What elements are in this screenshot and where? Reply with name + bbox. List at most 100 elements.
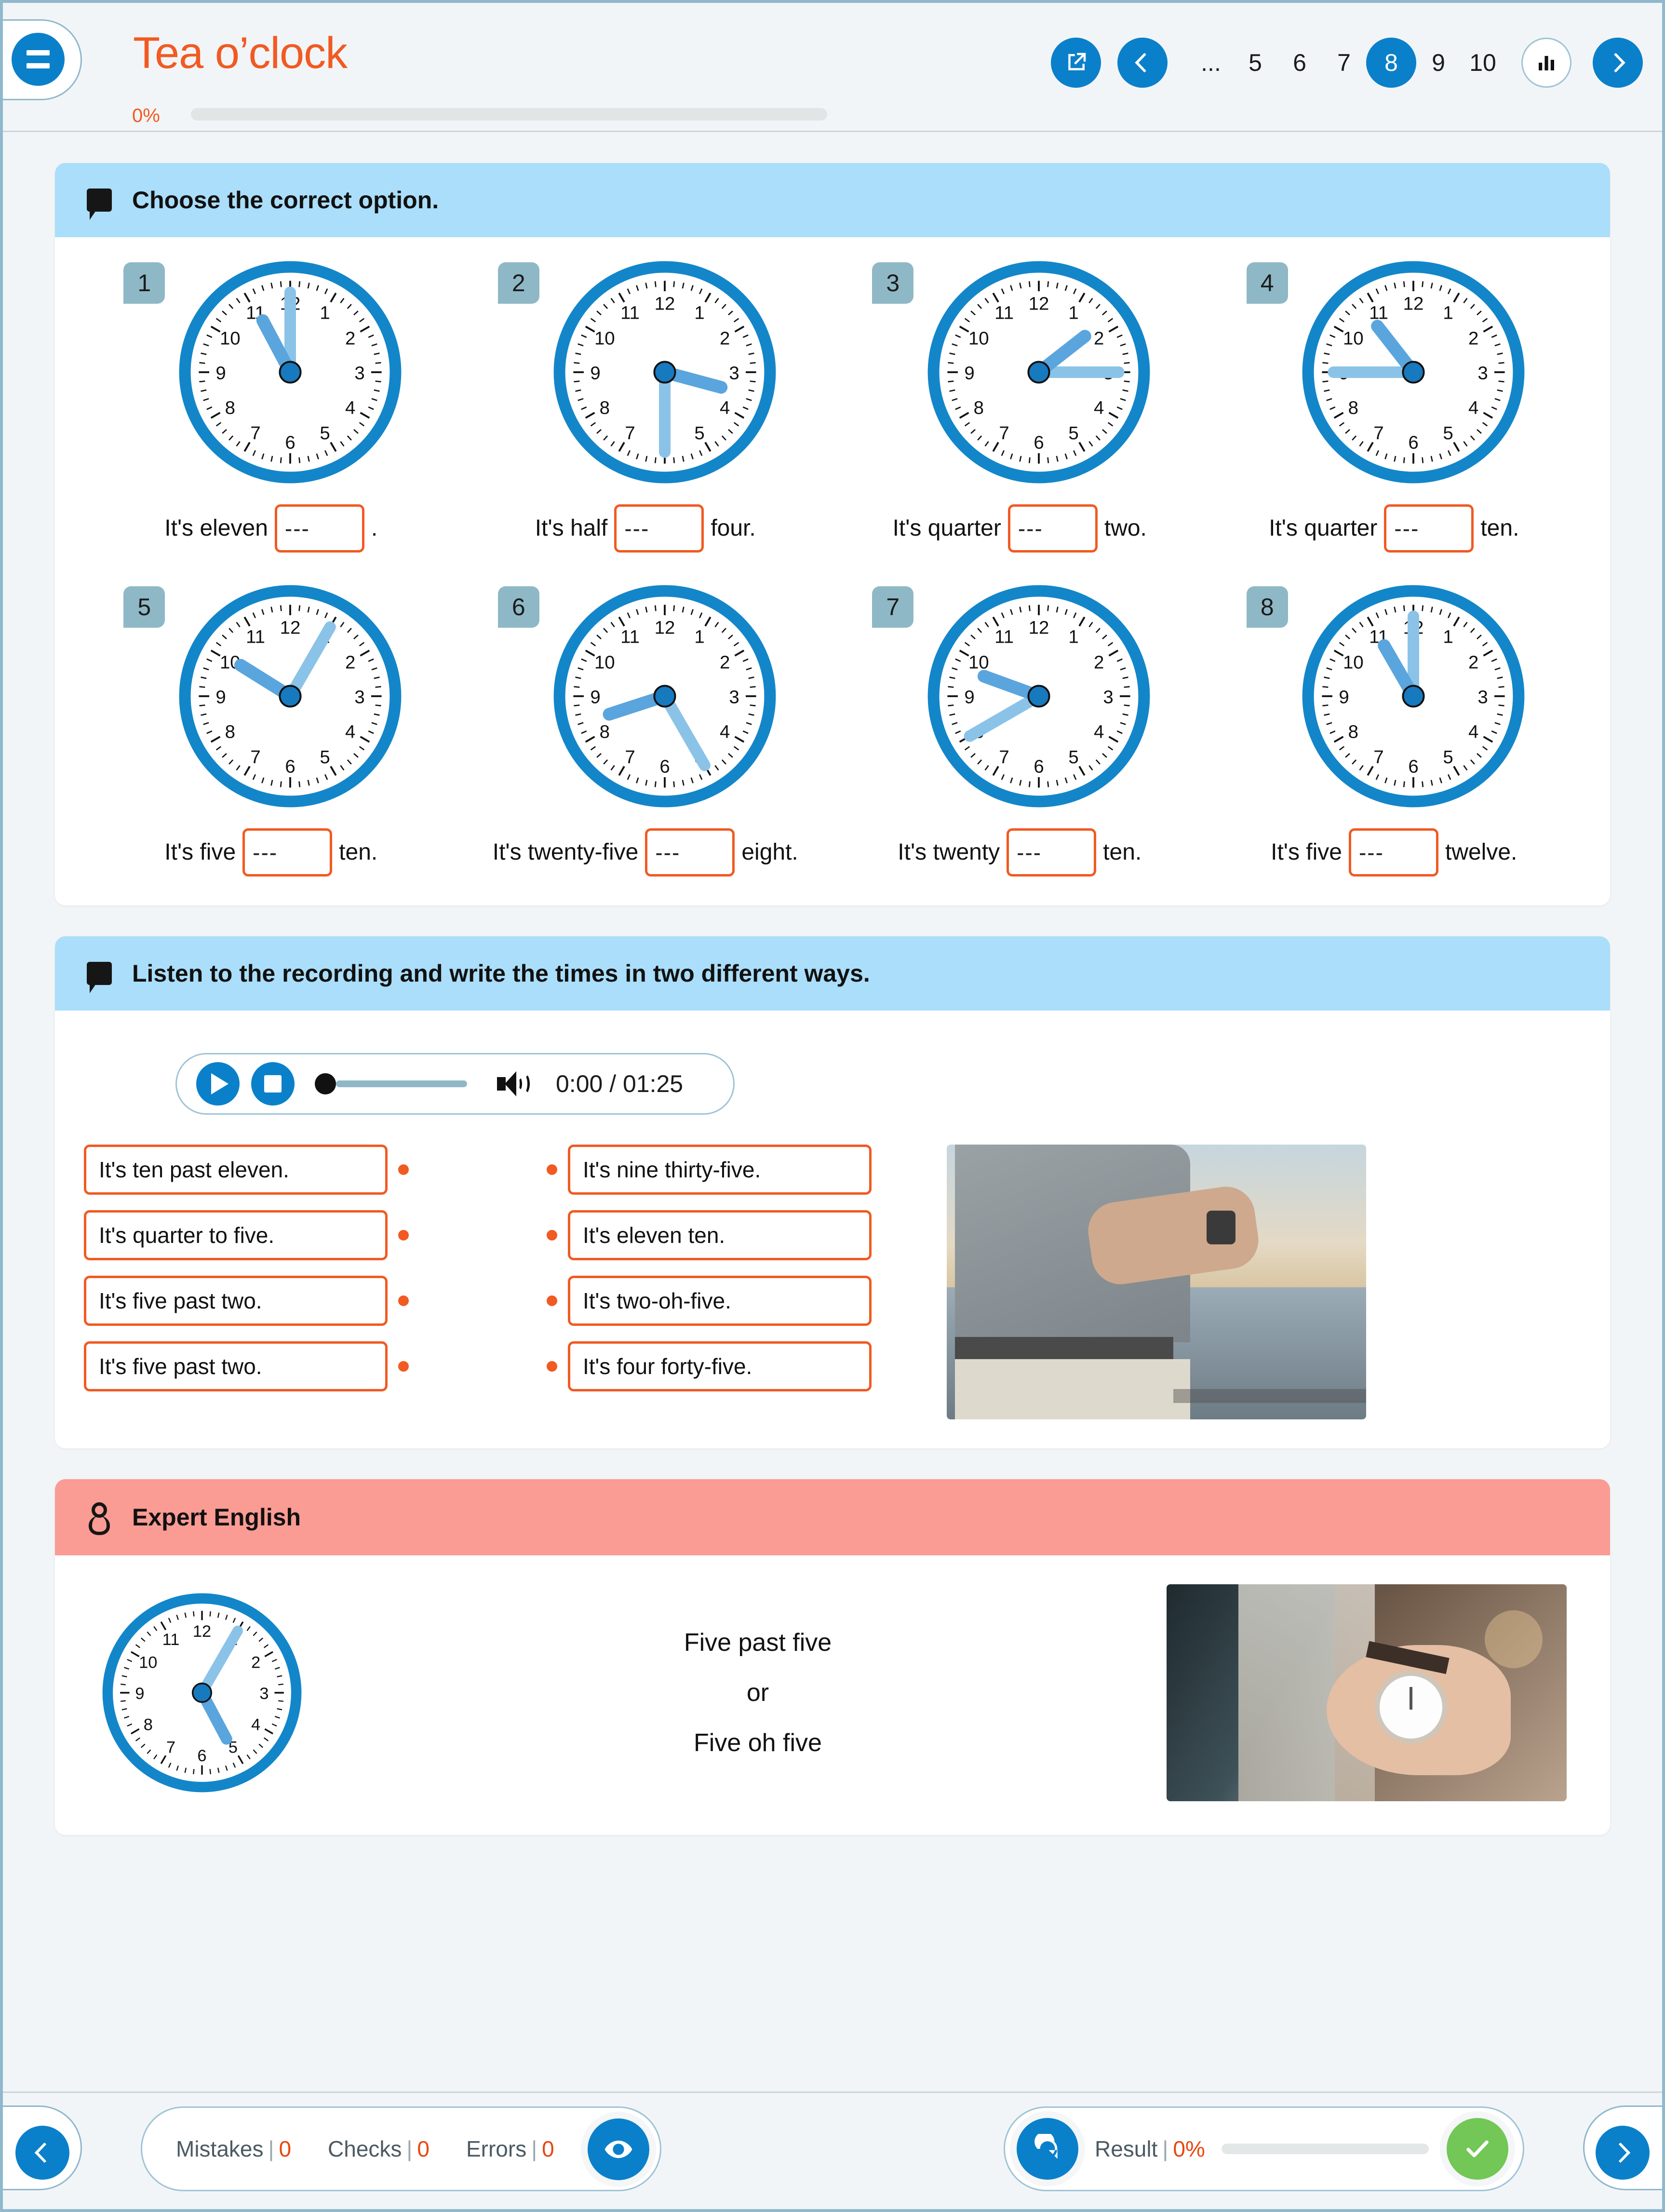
svg-text:7: 7 (999, 423, 1009, 444)
audio-seek-slider[interactable] (315, 1073, 467, 1094)
mistakes-value: 0 (279, 2136, 292, 2161)
volume-icon[interactable] (497, 1070, 530, 1097)
mistakes-label: Mistakes (176, 2136, 264, 2161)
svg-text:8: 8 (599, 397, 609, 418)
match-connector-dot[interactable] (547, 1230, 557, 1241)
match-left-box-4[interactable]: It's five past two. (84, 1341, 388, 1391)
svg-text:11: 11 (994, 627, 1014, 647)
match-right-column: It's nine thirty-five. It's eleven ten. … (547, 1145, 913, 1391)
expert-clock: 123456789101112 (98, 1589, 349, 1796)
answer-blank-2[interactable]: --- (614, 504, 704, 553)
svg-text:3: 3 (729, 363, 739, 383)
chevron-right-icon[interactable] (1593, 38, 1643, 88)
match-connector-dot[interactable] (398, 1295, 409, 1306)
answer-blank-3[interactable]: --- (1007, 504, 1098, 553)
svg-text:5: 5 (1443, 423, 1453, 444)
svg-text:5: 5 (320, 423, 330, 444)
result-value: 0% (1173, 2136, 1205, 2161)
answer-line-4: It's quarter --- ten. (1211, 504, 1577, 553)
match-connector-dot[interactable] (547, 1164, 557, 1175)
match-connector-dot[interactable] (398, 1230, 409, 1241)
expert-english-card: Expert English 123456789101112 Five past… (55, 1479, 1610, 1835)
result-label: Result (1095, 2136, 1158, 2161)
svg-text:10: 10 (220, 328, 241, 349)
answer-suffix: four. (711, 515, 756, 541)
svg-text:6: 6 (1034, 756, 1044, 777)
clock-face-5: 5 123456789101112 (117, 580, 425, 822)
svg-text:5: 5 (1443, 747, 1453, 768)
hamburger-icon[interactable] (12, 33, 65, 86)
errors-stat: Errors | 0 (466, 2136, 554, 2161)
check-icon[interactable] (1447, 2118, 1508, 2180)
play-icon[interactable] (196, 1062, 240, 1106)
eye-icon[interactable] (588, 2118, 649, 2180)
clock-face-7: 7 123456789101112 (865, 580, 1174, 822)
answer-suffix: ten. (1103, 839, 1142, 865)
match-left-box-1[interactable]: It's ten past eleven. (84, 1145, 388, 1195)
svg-text:8: 8 (225, 397, 235, 418)
svg-text:12: 12 (1403, 293, 1423, 314)
svg-text:4: 4 (720, 397, 730, 418)
match-right-box-4[interactable]: It's four forty-five. (568, 1341, 872, 1391)
page-7[interactable]: 7 (1322, 49, 1366, 77)
page-9[interactable]: 9 (1416, 49, 1461, 77)
answer-blank-4[interactable]: --- (1384, 504, 1474, 553)
page-5[interactable]: 5 (1233, 49, 1277, 77)
answer-prefix: It's half (535, 515, 608, 541)
page-10[interactable]: 10 (1461, 49, 1505, 77)
bar-chart-icon[interactable] (1521, 38, 1571, 88)
svg-text:6: 6 (1408, 756, 1418, 777)
match-connector-dot[interactable] (547, 1295, 557, 1306)
match-connector-dot[interactable] (547, 1361, 557, 1372)
answer-blank-6[interactable]: --- (645, 828, 735, 877)
page-6[interactable]: 6 (1277, 49, 1322, 77)
stop-icon[interactable] (251, 1062, 295, 1106)
chevron-left-icon[interactable] (1117, 38, 1168, 88)
match-left-column: It's ten past eleven. It's quarter to fi… (84, 1145, 450, 1391)
match-connector-dot[interactable] (398, 1164, 409, 1175)
analog-clock-icon: 123456789101112 (549, 580, 780, 812)
answer-prefix: It's five (1271, 839, 1342, 865)
seek-track[interactable] (336, 1080, 467, 1087)
svg-text:1: 1 (320, 303, 330, 324)
match-left-box-3[interactable]: It's five past two. (84, 1276, 388, 1326)
bottom-bar: Mistakes | 0 Checks | 0 Errors | 0 Result | 0% (3, 2091, 1662, 2209)
match-left-item: It's five past two. (84, 1341, 450, 1391)
answer-blank-1[interactable]: --- (274, 504, 364, 553)
analog-clock-icon: 123456789101112 (549, 256, 780, 488)
svg-text:9: 9 (135, 1685, 144, 1703)
match-right-box-2[interactable]: It's eleven ten. (568, 1210, 872, 1260)
exercise-1-header: Choose the correct option. (55, 163, 1610, 237)
svg-text:11: 11 (620, 627, 640, 647)
svg-text:4: 4 (1094, 721, 1104, 742)
refresh-icon[interactable] (1017, 2118, 1078, 2180)
page-8-active[interactable]: 8 (1366, 38, 1416, 88)
svg-text:5: 5 (1069, 747, 1079, 768)
svg-text:11: 11 (162, 1631, 180, 1649)
result-stat: Result | 0% (1095, 2136, 1205, 2161)
svg-text:5: 5 (320, 747, 330, 768)
chevron-left-icon[interactable] (15, 2126, 69, 2180)
match-left-box-2[interactable]: It's quarter to five. (84, 1210, 388, 1260)
match-right-box-1[interactable]: It's nine thirty-five. (568, 1145, 872, 1195)
question-number-badge: 4 (1246, 262, 1288, 304)
stats-pill: Mistakes | 0 Checks | 0 Errors | 0 (141, 2106, 661, 2191)
svg-text:10: 10 (968, 328, 989, 349)
answer-blank-7[interactable]: --- (1007, 828, 1097, 877)
chevron-right-icon[interactable] (1596, 2126, 1650, 2180)
open-external-icon[interactable] (1051, 38, 1101, 88)
svg-text:3: 3 (259, 1685, 269, 1703)
pagination-nav: ... 5 6 7 8 9 10 (1051, 38, 1643, 88)
answer-suffix: . (371, 515, 378, 541)
exercise-2-instruction: Listen to the recording and write the ti… (132, 960, 870, 987)
svg-text:2: 2 (1468, 652, 1478, 673)
analog-clock-icon: 123456789101112 (1298, 580, 1529, 812)
match-connector-dot[interactable] (398, 1361, 409, 1372)
svg-text:7: 7 (166, 1739, 175, 1757)
seek-handle[interactable] (315, 1073, 336, 1094)
answer-blank-8[interactable]: --- (1348, 828, 1438, 877)
answer-blank-5[interactable]: --- (242, 828, 333, 877)
clock-face-2: 2 123456789101112 (491, 256, 800, 498)
match-left-item: It's quarter to five. (84, 1210, 450, 1260)
match-right-box-3[interactable]: It's two-oh-five. (568, 1276, 872, 1326)
